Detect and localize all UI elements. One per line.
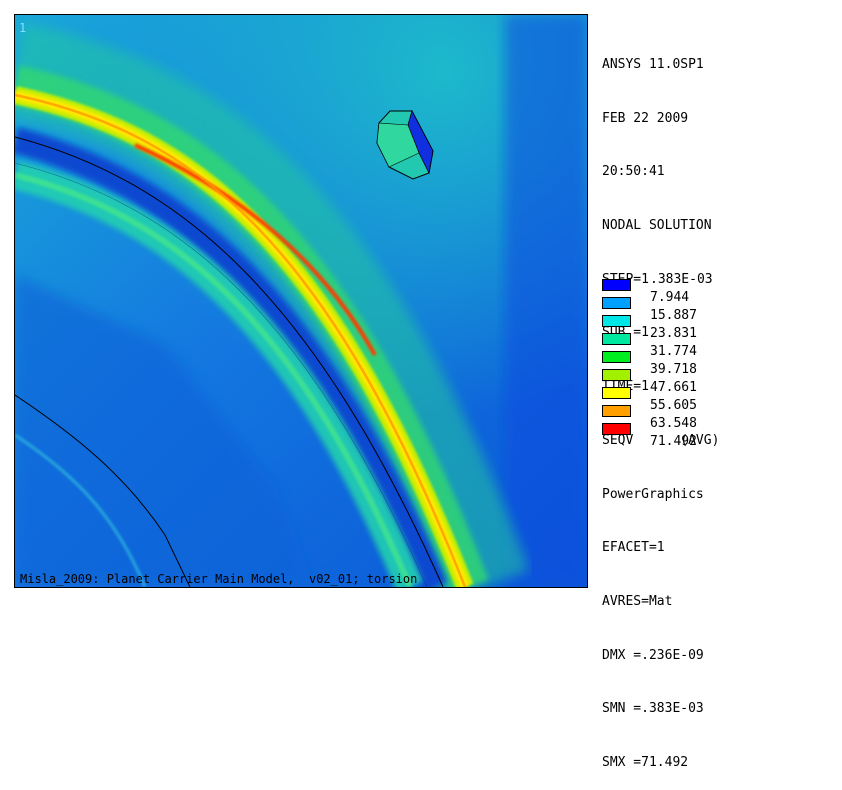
info-line: SMN =.383E-03	[602, 701, 704, 717]
info-line: SMX =71.492	[602, 755, 689, 771]
info-line: EFACET=1	[602, 540, 665, 556]
legend-value: .383E-03	[650, 272, 713, 287]
legend-value: 55.605	[650, 398, 697, 413]
info-line: AVRES=Mat	[602, 594, 673, 609]
info-line: NODAL SOLUTION	[602, 217, 712, 233]
info-line: DMX =.236E-09	[602, 647, 704, 663]
window-number: 1	[19, 21, 27, 35]
legend-value: 31.774	[650, 344, 697, 359]
legend-value: 71.492	[650, 434, 697, 449]
info-line: PowerGraphics	[602, 486, 704, 502]
legend-value: 23.831	[650, 326, 697, 341]
legend-swatch	[602, 315, 631, 327]
legend-value: 7.944	[650, 290, 690, 305]
legend-value: 63.548	[650, 416, 697, 431]
legend-swatch	[602, 387, 631, 399]
legend-swatch	[602, 423, 631, 435]
contour-plot-viewport[interactable]: 1 Misla_2009: Planet Carrier Main Model,…	[14, 14, 588, 588]
legend-swatch	[602, 369, 631, 381]
legend-swatch	[602, 297, 631, 309]
model-title-footer: Misla_2009: Planet Carrier Main Model, v…	[20, 572, 418, 586]
legend-value: 39.718	[650, 362, 697, 377]
legend-value: 15.887	[650, 308, 697, 323]
info-line: ANSYS 11.0SP1	[602, 56, 704, 72]
legend-value: 47.661	[650, 380, 697, 395]
stress-contour-plot	[15, 15, 587, 587]
info-line: FEB 22 2009	[602, 110, 689, 126]
legend-swatch	[602, 279, 631, 291]
legend-swatch	[602, 405, 631, 417]
info-line: 20:50:41	[602, 164, 665, 180]
legend-swatch	[602, 351, 631, 363]
legend-swatch	[602, 333, 631, 345]
